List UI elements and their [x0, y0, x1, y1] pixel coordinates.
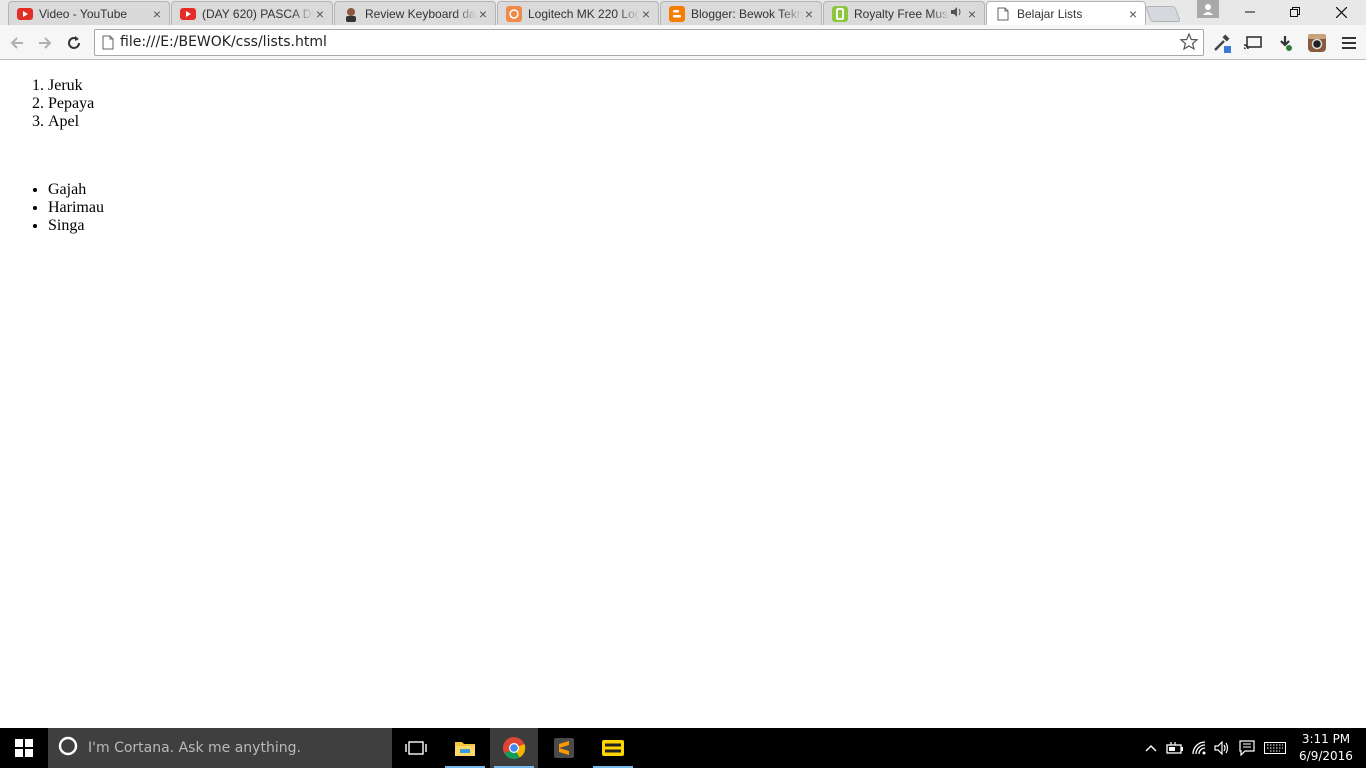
wifi-icon[interactable]	[1190, 738, 1210, 758]
system-clock[interactable]: 3:11 PM 6/9/2016	[1290, 731, 1362, 765]
tab-title: Review Keyboard dan Mouse	[365, 6, 477, 21]
file-explorer-button[interactable]	[441, 728, 489, 768]
reload-button[interactable]	[62, 31, 86, 55]
windows-taskbar: I'm Cortana. Ask me anything. 3:11 PM 6/…	[0, 728, 1366, 768]
tab-review-keyboard[interactable]: Review Keyboard dan Mouse ×	[334, 1, 496, 25]
close-tab-icon[interactable]: ×	[1127, 7, 1139, 21]
list-item: Harimau	[48, 199, 104, 217]
close-tab-icon[interactable]: ×	[640, 7, 652, 21]
tab-logitech[interactable]: Logitech MK 220 Logitech ×	[497, 1, 659, 25]
sublime-text-button[interactable]	[540, 728, 588, 768]
bookmark-star-icon[interactable]	[1179, 32, 1199, 57]
folder-icon	[455, 742, 475, 756]
tab-royalty-free-music[interactable]: Royalty Free Music ×	[823, 1, 985, 25]
page-icon	[995, 6, 1011, 22]
back-button[interactable]	[5, 31, 29, 55]
sublime-text-icon	[554, 738, 574, 758]
page-content: Jeruk Pepaya Apel Gajah Harimau Singa	[0, 61, 1366, 728]
list-item: Singa	[48, 217, 104, 235]
unordered-list: Gajah Harimau Singa	[8, 181, 104, 235]
tab-title: Blogger: Bewok Teknologi	[691, 6, 803, 21]
youtube-icon	[17, 6, 33, 22]
tab-title: Belajar Lists	[1017, 6, 1083, 21]
cast-icon[interactable]	[1241, 31, 1265, 55]
close-tab-icon[interactable]: ×	[966, 7, 978, 21]
close-tab-icon[interactable]: ×	[803, 7, 815, 21]
tab-title: Logitech MK 220 Logitech	[528, 6, 640, 21]
clock-date: 6/9/2016	[1299, 749, 1353, 763]
browser-toolbar: file:///E:/BEWOK/css/lists.html	[0, 25, 1366, 60]
green-b-icon	[832, 5, 848, 22]
list-item: Apel	[48, 113, 94, 131]
blogger-icon	[669, 5, 685, 22]
pdf-icon	[602, 740, 624, 756]
list-item: Jeruk	[48, 77, 94, 95]
person-avatar-icon	[343, 6, 359, 22]
close-tab-icon[interactable]: ×	[477, 7, 489, 21]
orange-site-icon	[506, 5, 522, 22]
tab-belajar-lists[interactable]: Belajar Lists ×	[986, 1, 1146, 25]
tab-blogger[interactable]: Blogger: Bewok Teknologi ×	[660, 1, 822, 25]
restore-button[interactable]	[1272, 0, 1318, 24]
cortana-icon	[58, 736, 78, 761]
address-bar[interactable]: file:///E:/BEWOK/css/lists.html	[94, 29, 1204, 56]
new-tab-button[interactable]	[1145, 6, 1181, 22]
tab-day-620[interactable]: (DAY 620) PASCA DUKA ×	[171, 1, 333, 25]
youtube-icon	[180, 6, 196, 22]
show-hidden-icons-chevron-icon[interactable]	[1141, 738, 1161, 758]
tab-strip: Video - YouTube × (DAY 620) PASCA DUKA ×…	[0, 0, 1366, 26]
clock-time: 3:11 PM	[1301, 732, 1351, 746]
profile-icon[interactable]	[1197, 0, 1219, 18]
start-button[interactable]	[0, 728, 48, 768]
task-view-button[interactable]	[392, 728, 440, 768]
menu-icon[interactable]	[1337, 31, 1361, 55]
ordered-list: Jeruk Pepaya Apel	[8, 77, 94, 131]
page-icon	[102, 35, 114, 55]
chrome-icon	[503, 737, 526, 759]
eyedropper-extension-icon[interactable]	[1210, 31, 1234, 55]
action-center-icon[interactable]	[1237, 738, 1257, 758]
url-text[interactable]: file:///E:/BEWOK/css/lists.html	[120, 34, 327, 50]
speaker-icon	[950, 7, 962, 20]
close-window-button[interactable]	[1318, 0, 1364, 24]
list-item: Gajah	[48, 181, 104, 199]
close-tab-icon[interactable]: ×	[314, 7, 326, 21]
close-tab-icon[interactable]: ×	[151, 7, 163, 21]
chrome-button[interactable]	[490, 728, 538, 768]
minimize-button[interactable]	[1227, 0, 1273, 24]
battery-icon[interactable]	[1165, 738, 1185, 758]
instagram-extension-icon[interactable]	[1305, 31, 1329, 55]
tab-title: Royalty Free Music	[854, 6, 950, 21]
windows-logo-icon	[15, 739, 33, 757]
cortana-search-box[interactable]: I'm Cortana. Ask me anything.	[48, 728, 392, 768]
list-item: Pepaya	[48, 95, 94, 113]
tab-title: (DAY 620) PASCA DUKA	[202, 6, 314, 21]
tab-video-youtube[interactable]: Video - YouTube ×	[8, 1, 170, 25]
download-extension-icon[interactable]	[1273, 31, 1297, 55]
cortana-placeholder: I'm Cortana. Ask me anything.	[88, 740, 301, 756]
volume-icon[interactable]	[1212, 738, 1232, 758]
pdf-app-button[interactable]	[589, 728, 637, 768]
tab-title: Video - YouTube	[39, 6, 128, 21]
keyboard-icon[interactable]	[1263, 738, 1287, 758]
forward-button[interactable]	[33, 31, 57, 55]
